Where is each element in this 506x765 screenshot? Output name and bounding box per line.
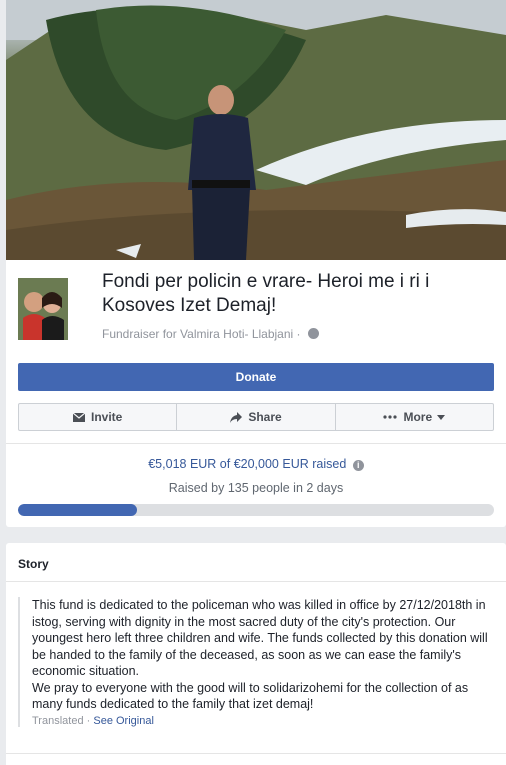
progress-bar <box>18 504 494 516</box>
fundraiser-title[interactable]: Fondi per policin e vrare- Heroi me i ri… <box>102 270 492 318</box>
ellipsis-icon <box>383 415 398 419</box>
story-divider <box>6 581 506 582</box>
fundraiser-card: Fondi per policin e vrare- Heroi me i ri… <box>6 0 506 527</box>
cover-photo[interactable] <box>6 0 506 260</box>
see-original-link[interactable]: See Original <box>93 715 154 727</box>
donate-button[interactable]: Donate <box>18 363 494 391</box>
avatar[interactable] <box>18 278 68 340</box>
share-label: Share <box>248 410 282 424</box>
fundraiser-organizer[interactable]: Fundraiser for Valmira Hoti- Llabjani · <box>102 327 301 341</box>
progress-bar-fill <box>18 504 138 516</box>
action-bar: Invite Share More <box>18 403 494 431</box>
story-heading: Story <box>18 557 49 571</box>
translated-label: Translated · <box>32 714 91 727</box>
story-text: This fund is dedicated to the policeman … <box>32 598 488 711</box>
info-icon[interactable]: i <box>352 460 364 471</box>
more-button[interactable]: More <box>336 404 493 430</box>
story-card: Story This fund is dedicated to the poli… <box>6 543 506 765</box>
caret-down-icon <box>437 414 446 420</box>
fundraiser-header: Fondi per policin e vrare- Heroi me i ri… <box>18 268 498 346</box>
story-bottom-divider <box>6 753 506 754</box>
globe-icon <box>307 328 319 339</box>
invite-label: Invite <box>90 410 123 424</box>
translation-note: Translated · See Original <box>32 715 494 727</box>
amount-raised-text: €5,018 EUR of €20,000 EUR raised <box>148 457 347 471</box>
cover-photo-illustration <box>6 0 506 260</box>
invite-button[interactable]: Invite <box>19 404 178 430</box>
story-body: This fund is dedicated to the policeman … <box>18 597 494 727</box>
fundraiser-subtitle: Fundraiser for Valmira Hoti- Llabjani · <box>102 327 319 341</box>
avatar-photo <box>18 278 68 340</box>
envelope-icon <box>72 412 85 422</box>
amount-raised: €5,018 EUR of €20,000 EUR raised i <box>6 457 506 471</box>
share-arrow-icon <box>230 411 243 423</box>
share-button[interactable]: Share <box>177 404 336 430</box>
more-label: More <box>403 410 433 424</box>
divider <box>6 443 506 444</box>
donor-count[interactable]: Raised by 135 people in 2 days <box>6 481 506 495</box>
